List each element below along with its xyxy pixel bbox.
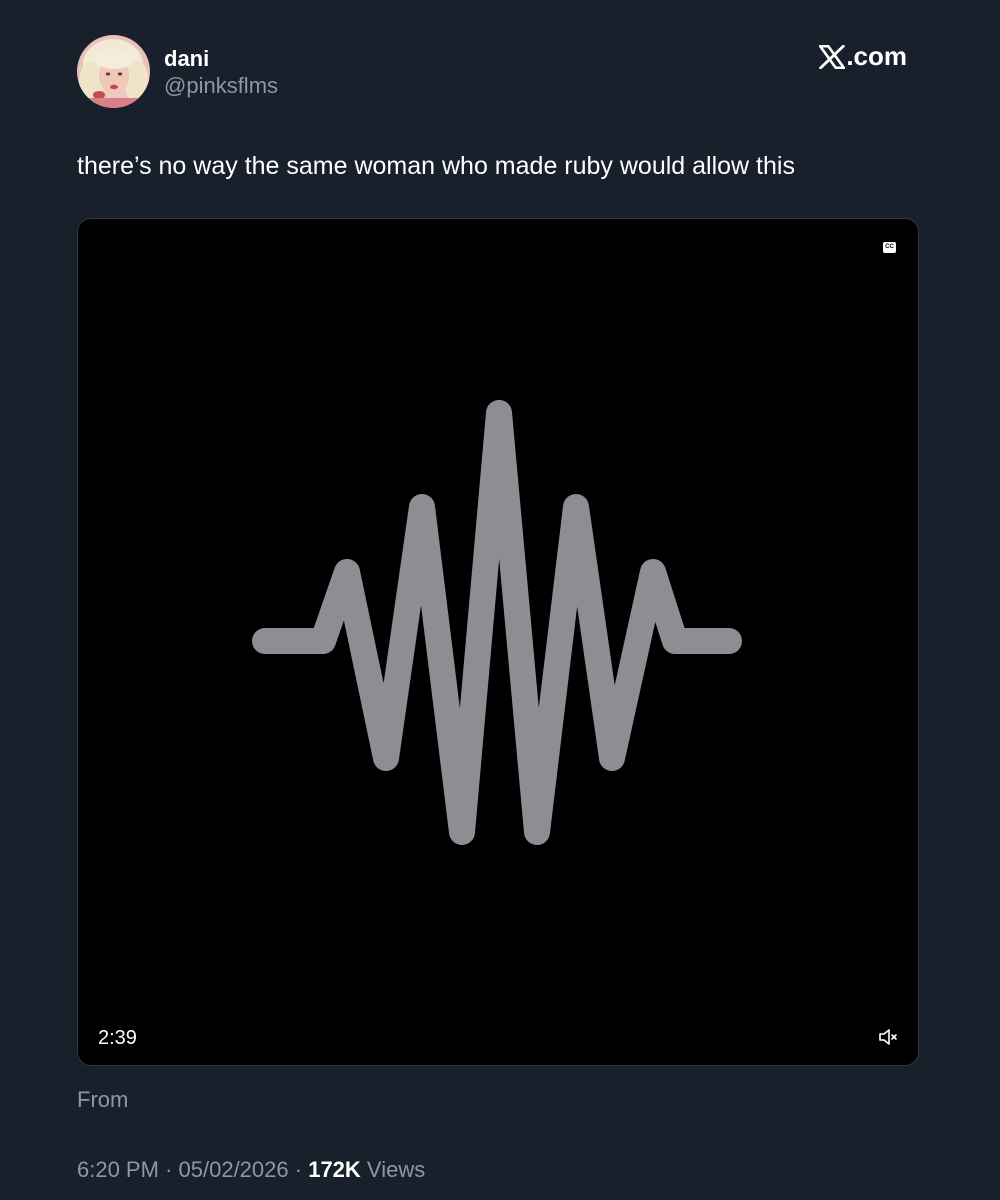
user-info: dani @pinksflms [164,46,278,99]
avatar[interactable] [77,35,150,108]
user-handle[interactable]: @pinksflms [164,73,278,99]
tweet-text: there’s no way the same woman who made r… [77,152,795,180]
meta-separator: · [294,1157,303,1182]
speaker-muted-icon[interactable] [878,1027,900,1047]
sound-wave-icon [252,400,742,845]
brand-label: .com [846,41,907,71]
video-duration: 2:39 [98,1027,137,1049]
profile-photo [77,35,150,108]
meta-separator: · [165,1157,173,1182]
video-player[interactable]: CC 2:39 [77,218,919,1066]
views-label: Views [366,1157,426,1182]
brand-watermark: .com [819,41,907,72]
tweet-time[interactable]: 6:20 PM [77,1157,159,1182]
views-count: 172K [308,1157,361,1182]
from-label[interactable]: From [77,1087,128,1113]
display-name[interactable]: dani [164,46,278,72]
x-logo-icon [819,44,846,69]
captions-button[interactable]: CC [883,242,896,253]
tweet-meta: 6:20 PM · 05/02/2026 · 172K Views [77,1157,425,1183]
tweet-date[interactable]: 05/02/2026 [179,1157,289,1182]
tweet-header: dani @pinksflms .com [77,35,907,109]
